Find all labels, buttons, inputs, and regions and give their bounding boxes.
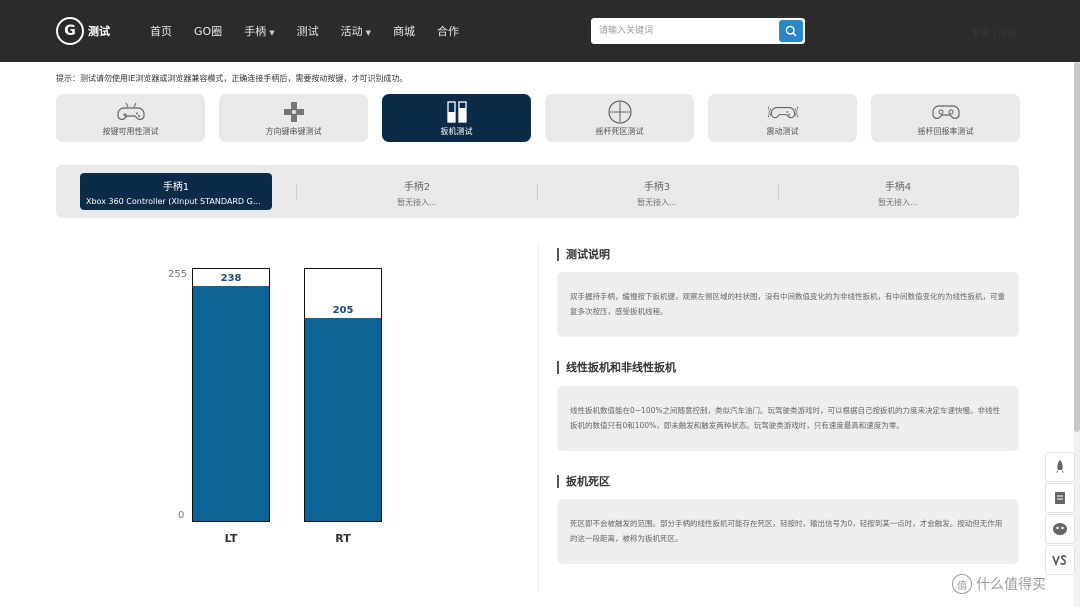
compare-button[interactable]: [1045, 545, 1075, 575]
card-label: 方向键串键测试: [265, 127, 322, 136]
section-title-instructions: 测试说明: [557, 248, 610, 261]
site-logo[interactable]: G: [56, 17, 84, 45]
dpad-icon: [279, 100, 309, 124]
vibration-icon: [767, 100, 798, 124]
card-button-test[interactable]: 按键可用性测试: [56, 94, 205, 142]
logo-mark: G: [64, 23, 76, 39]
controller-status: 暂无接入...: [878, 198, 918, 207]
gamepad-icon: [116, 100, 146, 124]
section-text-deadzone: 死区即不会被触发的范围。部分手柄的线性扳机可能存在死区，轻按时，输出信号为0，轻…: [557, 499, 1019, 564]
card-label: 摇杆死区测试: [595, 127, 644, 136]
trigger-bar-lt: 238: [192, 268, 270, 522]
chat-icon: [1053, 523, 1067, 535]
tab-divider: [778, 183, 779, 200]
y-axis-min-label: 0: [178, 510, 185, 521]
nav-item-events[interactable]: 活动 ▼: [341, 23, 371, 39]
card-deadzone-test[interactable]: 摇杆死区测试: [545, 94, 694, 142]
category-label-lt: LT: [224, 532, 238, 545]
chevron-down-icon: ▼: [269, 29, 275, 37]
section-title-linear: 线性扳机和非线性扳机: [557, 361, 676, 374]
controller-status: Xbox 360 Controller (XInput STANDARD GAM…: [86, 197, 272, 206]
watermark-text: 什么值得买: [976, 577, 1046, 593]
top-header: G 测试 首页 GO圈 手柄▼ 测试 活动▼ 商城 合作 登录 | 注册: [0, 0, 1080, 62]
section-title-deadzone: 扳机死区: [557, 475, 610, 488]
test-mode-cards: 按键可用性测试 方向键串键测试 扳机测试 摇杆死区测试 震动测试 摇杆回报率测试: [56, 94, 1020, 142]
nav-item-home[interactable]: 首页: [150, 23, 172, 39]
card-vibration-test[interactable]: 震动测试: [708, 94, 857, 142]
controller-status: 暂无接入...: [397, 198, 437, 207]
crosshair-icon: [605, 100, 635, 124]
nav-item-go-circle[interactable]: GO圈: [194, 23, 222, 39]
y-axis-max-label: 255: [168, 269, 188, 280]
controller-status: 暂无接入...: [637, 198, 677, 207]
tab-controller-4[interactable]: 手柄4 暂无接入...: [802, 173, 994, 210]
customer-service-button[interactable]: [1045, 514, 1075, 544]
search-button[interactable]: [779, 20, 803, 42]
card-label: 摇杆回报率测试: [917, 127, 974, 136]
column-divider: [538, 245, 539, 590]
usage-tip: 提示：测试请勿使用IE浏览器或浏览器兼容模式，正确连接手柄后，需要按动按键，才可…: [56, 74, 408, 83]
card-trigger-test[interactable]: 扳机测试: [382, 94, 531, 142]
tab-divider: [537, 183, 538, 200]
section-text-instructions: 双手握持手柄，缓慢按下扳机键，观察左侧区域的柱状图，没有中间数值变化的为非线性扳…: [557, 272, 1019, 337]
trigger-value-label: 205: [332, 305, 354, 316]
tab-divider: [296, 183, 297, 200]
main-nav: 首页 GO圈 手柄 ▼ 测试 活动 ▼ 商城 合作: [150, 23, 481, 39]
gamepad-icon: [931, 100, 961, 124]
feedback-button[interactable]: [1045, 483, 1075, 513]
watermark: 值 什么值得买: [952, 574, 1046, 594]
nav-item-controllers[interactable]: 手柄 ▼: [244, 23, 274, 39]
rocket-icon: [1056, 460, 1064, 473]
back-to-top-button[interactable]: [1045, 452, 1075, 482]
card-polling-rate-test[interactable]: 摇杆回报率测试: [871, 94, 1020, 142]
tab-controller-1[interactable]: 手柄1 Xbox 360 Controller (XInput STANDARD…: [80, 173, 272, 210]
chevron-down-icon: ▼: [365, 29, 371, 37]
trigger-bar-fill: [305, 318, 381, 521]
card-label: 震动测试: [766, 127, 799, 136]
card-dpad-test[interactable]: 方向键串键测试: [219, 94, 368, 142]
trigger-value-label: 238: [220, 273, 242, 284]
search-input[interactable]: [591, 18, 777, 44]
controller-label: 手柄2: [403, 182, 431, 193]
trigger-bar-rt: 205: [304, 268, 382, 522]
note-icon: [1055, 492, 1065, 504]
login-register-link[interactable]: 登录 | 注册: [972, 26, 1017, 39]
nav-item-cooperation[interactable]: 合作: [437, 23, 459, 39]
logo-text[interactable]: 测试: [88, 23, 110, 39]
card-label: 按键可用性测试: [102, 127, 159, 136]
card-label: 扳机测试: [440, 127, 473, 136]
controller-tabs: 手柄1 Xbox 360 Controller (XInput STANDARD…: [56, 165, 1019, 218]
search-icon: [785, 25, 797, 37]
nav-item-shop[interactable]: 商城: [393, 23, 415, 39]
controller-label: 手柄3: [643, 182, 671, 193]
tab-controller-2[interactable]: 手柄2 暂无接入...: [321, 173, 513, 210]
trigger-bar-fill: [193, 286, 269, 521]
trigger-icon: [442, 100, 472, 124]
nav-item-test[interactable]: 测试: [297, 23, 319, 39]
category-label-rt: RT: [335, 532, 351, 545]
versus-icon: [1052, 555, 1067, 566]
controller-label: 手柄1: [162, 182, 190, 193]
tab-controller-3[interactable]: 手柄3 暂无接入...: [561, 173, 753, 210]
search-box: [591, 18, 805, 44]
section-text-linear: 线性扳机数值能在0~100%之间随意控制，类似汽车油门。玩驾驶类游戏时，可以根据…: [557, 386, 1019, 451]
controller-label: 手柄4: [884, 182, 912, 193]
scrollbar-thumb[interactable]: [1074, 62, 1080, 432]
watermark-logo: 值: [952, 574, 972, 594]
